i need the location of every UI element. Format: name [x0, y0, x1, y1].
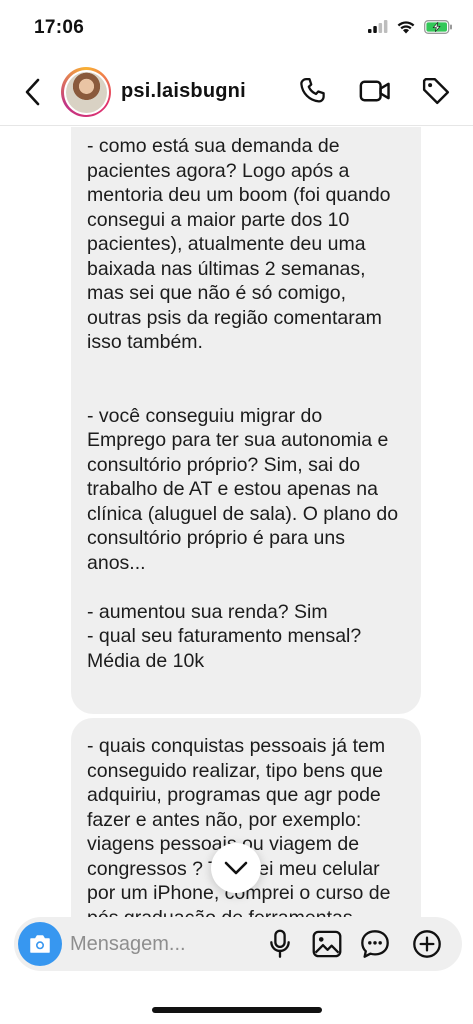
sticker-icon [361, 930, 389, 958]
avatar-photo [65, 71, 107, 113]
add-button[interactable] [411, 928, 443, 960]
gallery-icon [312, 930, 342, 958]
message-input[interactable] [70, 927, 260, 961]
username[interactable]: psi.laisbugni [121, 80, 246, 103]
message-thread[interactable]: - como está sua demanda de pacientes ago… [0, 127, 473, 917]
message-bubble[interactable]: - como está sua demanda de pacientes ago… [71, 127, 421, 714]
back-button[interactable] [16, 74, 48, 110]
sticker-button[interactable] [359, 928, 391, 960]
status-icons [368, 19, 453, 39]
camera-button[interactable] [18, 922, 62, 966]
camera-icon [30, 935, 50, 953]
wifi-icon [396, 19, 416, 39]
status-bar: 17:06 [0, 0, 473, 58]
tag-button[interactable] [419, 74, 453, 108]
home-indicator[interactable] [152, 1007, 322, 1013]
back-icon [25, 78, 40, 106]
chat-header: psi.laisbugni [0, 58, 473, 126]
signal-icon [368, 20, 388, 38]
tag-icon [422, 77, 450, 105]
phone-icon [300, 78, 325, 103]
voice-message-button[interactable] [264, 928, 296, 960]
video-icon [359, 80, 390, 102]
gallery-button[interactable] [311, 928, 343, 960]
add-icon [413, 930, 441, 958]
avatar[interactable] [61, 67, 111, 117]
chevron-down-icon [224, 861, 248, 875]
avatar-ring [63, 69, 109, 115]
microphone-icon [270, 929, 290, 958]
scroll-to-bottom-button[interactable] [211, 843, 261, 893]
status-time: 17:06 [34, 17, 85, 38]
message-text: - como está sua demanda de pacientes ago… [87, 135, 399, 672]
message-composer [14, 917, 462, 971]
call-button[interactable] [296, 74, 330, 108]
video-call-button[interactable] [358, 74, 392, 108]
battery-charging-icon [424, 19, 453, 39]
